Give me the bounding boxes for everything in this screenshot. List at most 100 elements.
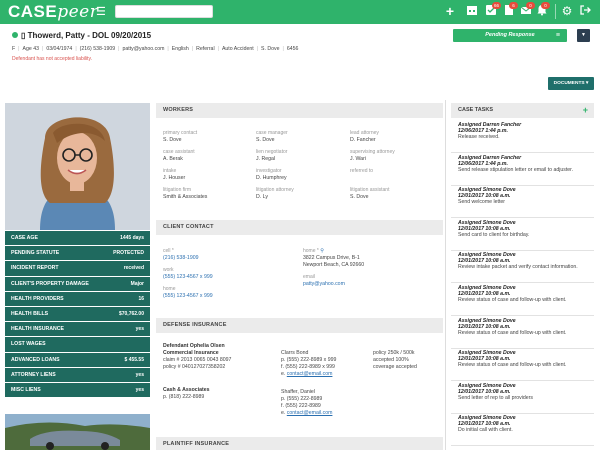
client-info-line: F | Age 43 | 03/04/1974 | (216) 538-1909 | patty… [12,46,298,52]
menu-icon[interactable]: ☰ [96,5,106,18]
adjuster-fax: f. (555) 222-8989 x 999 [281,364,335,370]
chevron-down-icon[interactable]: ▼ [577,29,590,42]
policy-number: policy # 040127027358202 [163,364,226,370]
divider [445,100,446,450]
worker-name[interactable]: S. Dove [256,137,274,143]
attorney-name: Shaffer, Daniel [281,389,315,395]
task-desc: Send letter of rep to all providers [458,394,533,401]
insurance-company: Commercial Insurance [163,350,219,356]
worker-role-label: supervising attorney [350,149,395,155]
stat-label: PENDING STATUTE [11,250,60,257]
email-link[interactable]: patty@yahoo.com [303,281,345,287]
client-info-item: (216) 538-1909 [79,46,116,52]
stat-row[interactable]: ATTORNEY LIENS yes [5,367,150,383]
separator: | [118,46,120,52]
map-pin-icon[interactable]: ⚲ [320,248,324,254]
status-dropdown-button[interactable]: Pending Response ≡ [453,29,567,42]
bell-badge: 0 [541,2,550,9]
stat-value: received [123,265,144,272]
gear-icon[interactable]: ⚙ [560,4,574,18]
task-item[interactable]: Assigned Simone Dove 12/01/2017 10:08 a.m… [451,350,594,382]
task-item[interactable]: Assigned Simone Dove 12/01/2017 10:08 a.m… [451,220,594,251]
stat-row[interactable]: PENDING STATUTE PROTECTED [5,246,150,262]
task-item[interactable]: Assigned Simone Dove 12/01/2017 10:08 a.m… [451,285,594,316]
attorney-email-row: e. contact@email.com [281,410,333,416]
worker-name[interactable]: D. Humphrey [256,175,287,181]
client-info-item: Referral [196,46,215,52]
separator: | [41,46,44,52]
separator: | [256,46,259,52]
work-phone-link[interactable]: (555) 123-4567 x 999 [163,274,213,280]
worker-name[interactable]: Smith & Associates [163,194,207,200]
stat-row[interactable]: HEALTH INSURANCE yes [5,322,150,338]
menu-icon: ≡ [555,32,560,39]
adjuster-email-row: e. contact@email.com [281,371,333,377]
stat-row[interactable]: ADVANCED LOANS $ 455.55 [5,352,150,368]
stat-label: INCIDENT REPORT [11,265,59,272]
stat-row[interactable]: INCIDENT REPORT received [5,261,150,277]
logout-icon[interactable] [578,4,592,18]
worker-name[interactable]: S. Dove [350,194,368,200]
stat-row[interactable]: MISC LIENS yes [5,382,150,399]
stat-label: MISC LIENS [11,386,41,393]
stat-label: ADVANCED LOANS [11,356,60,363]
task-item[interactable]: Assigned Darren Fancher 12/06/2017 1:44 p… [451,155,594,186]
stat-label: ATTORNEY LIENS [11,371,56,378]
calendar-icon[interactable] [465,4,479,18]
workers-header: WORKERS [156,103,443,118]
attorney-phone: p. (555) 222-8989 [281,396,323,402]
stat-row[interactable]: LOST WAGES [5,337,150,353]
worker-name[interactable]: J. Regal [256,156,275,162]
task-item[interactable]: Assigned Simone Dove 12/01/2017 10:08 a.m… [451,252,594,284]
worker-name[interactable]: D. Fancher [350,137,376,143]
task-item[interactable]: Assigned Simone Dove 12/01/2017 10:08 a.m… [451,187,594,219]
adjuster-name: Clarrs Bond [281,350,309,356]
stat-row[interactable]: CLIENT'S PROPERTY DAMAGE Major [5,276,150,292]
task-item[interactable]: Assigned Simone Dove 12/01/2017 10:08 a.m… [451,415,594,447]
stat-value: Major [130,280,144,287]
worker-role-label: referred to [350,168,374,174]
client-icon: ▯ [21,31,28,40]
worker-role-label: lead attorney [350,130,379,136]
search-input[interactable] [115,5,213,18]
plus-icon[interactable]: + [443,4,457,18]
home-phone-link[interactable]: (555) 123-4567 x 999 [163,293,213,299]
stat-value: yes [135,326,144,333]
stat-value: PROTECTED [113,250,144,257]
cell-phone-link[interactable]: (216) 538-1909 [163,255,198,261]
worker-name[interactable]: A. Berak [163,156,183,162]
adjuster-email-link[interactable]: contact@email.com [287,371,333,377]
worker-role-label: case assistant [163,149,195,155]
documents-button[interactable]: DOCUMENTS ▾ [548,77,594,90]
task-item[interactable]: Assigned Simone Dove 12/01/2017 10:08 a.m… [451,383,594,414]
worker-role-label: litigation attorney [256,187,294,193]
client-name: ▯ Thowerd, Patty - DOL 09/20/2015 [12,31,151,40]
stat-label: LOST WAGES [11,341,46,348]
cell-label: cell * [163,248,174,254]
stat-row[interactable]: CASE AGE 1445 days [5,231,150,247]
top-bar: CASEpeer ☰ + 66 6 0 0 ⚙ [0,0,600,24]
client-contact-header: CLIENT CONTACT [156,220,443,235]
worker-name[interactable]: S. Dove [163,137,181,143]
client-info-item: F [12,46,16,52]
stat-value: $ 455.55 [124,356,144,363]
policy-limits: policy 250k / 500k [373,350,415,356]
stat-label: HEALTH BILLS [11,310,49,317]
logo[interactable]: CASEpeer [8,2,98,22]
attorney-email-link[interactable]: contact@email.com [287,410,333,416]
client-info-item: Age 43 [22,46,39,52]
client-photo [5,103,150,230]
worker-name[interactable]: J. Wari [350,156,366,162]
worker-name[interactable]: D. Ly [256,194,268,200]
client-info-item: Auto Accident [221,46,254,52]
task-item[interactable]: Assigned Simone Dove 12/01/2017 10:08 a.m… [451,318,594,349]
stat-label: HEALTH INSURANCE [11,326,64,333]
worker-name[interactable]: J. Houser [163,175,185,181]
task-item[interactable]: Assigned Darren Fancher 12/06/2017 1:44 p… [451,122,594,153]
stat-row[interactable]: HEALTH BILLS $70,762.00 [5,306,150,323]
add-task-icon[interactable]: + [583,103,588,118]
client-info-item: 03/04/1974 [46,46,73,52]
stat-row[interactable]: HEALTH PROVIDERS 16 [5,291,150,307]
task-desc: Review status of case and follow-up with… [458,362,567,369]
defense-firm-phone: p. (818) 222-8989 [163,394,205,400]
